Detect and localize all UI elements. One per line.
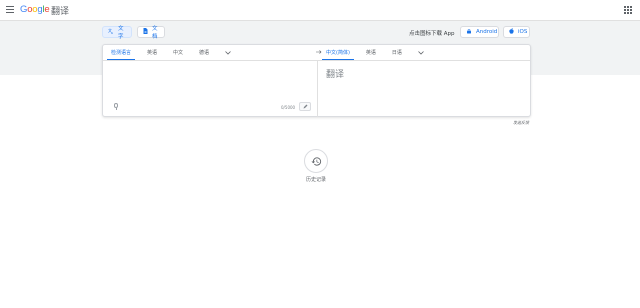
google-logo[interactable]: Google xyxy=(20,4,50,15)
character-count: 0/5000 xyxy=(281,105,296,110)
translate-icon: 文A xyxy=(108,27,114,36)
source-language-bar: 检测语言 英语 中文 德语 xyxy=(103,45,317,60)
send-feedback-link[interactable]: 发送反馈 xyxy=(513,120,529,126)
translation-card: 检测语言 英语 中文 德语 中文(简体) 英语 日语 0/5000 翻译 xyxy=(102,44,531,117)
text-mode-label: 文字 xyxy=(118,26,124,40)
panel-divider xyxy=(317,60,318,117)
top-bar: Google 翻译 xyxy=(0,0,640,21)
logo-letter: e xyxy=(44,4,50,15)
apps-icon[interactable] xyxy=(624,6,632,14)
source-lang-chinese[interactable]: 中文 xyxy=(165,45,191,60)
source-lang-detect[interactable]: 检测语言 xyxy=(103,45,139,60)
target-lang-english[interactable]: 英语 xyxy=(358,45,384,60)
docs-mode-label: 文档 xyxy=(152,26,158,40)
chevron-down-icon[interactable] xyxy=(410,45,432,60)
history-label: 历史记录 xyxy=(305,177,326,183)
ios-app-button[interactable]: iOS xyxy=(503,26,530,38)
docs-mode-button[interactable]: 文档 xyxy=(137,26,165,40)
ios-label: iOS xyxy=(518,29,528,35)
apple-icon xyxy=(509,27,514,36)
android-app-button[interactable]: Android xyxy=(460,26,499,38)
text-mode-button[interactable]: 文A 文字 xyxy=(102,26,132,40)
document-icon xyxy=(143,28,148,36)
target-lang-japanese[interactable]: 日语 xyxy=(384,45,410,60)
target-language-bar: 中文(简体) 英语 日语 xyxy=(318,45,531,60)
pen-icon[interactable] xyxy=(299,102,311,111)
target-lang-chinese-simplified[interactable]: 中文(简体) xyxy=(318,45,358,60)
android-icon xyxy=(466,28,472,36)
product-name: 翻译 xyxy=(51,7,70,17)
source-lang-english[interactable]: 英语 xyxy=(139,45,165,60)
history-icon xyxy=(310,152,322,171)
source-lang-german[interactable]: 德语 xyxy=(191,45,217,60)
translation-output: 翻译 xyxy=(326,70,345,80)
menu-icon[interactable] xyxy=(6,6,14,13)
android-label: Android xyxy=(476,29,498,35)
chevron-down-icon[interactable] xyxy=(217,45,239,60)
svg-text:A: A xyxy=(111,31,114,34)
history-button[interactable] xyxy=(304,149,328,173)
source-text-input[interactable] xyxy=(111,65,306,97)
app-download-prompt: 点击图标下载 App xyxy=(409,31,455,37)
mic-icon[interactable] xyxy=(113,103,119,111)
